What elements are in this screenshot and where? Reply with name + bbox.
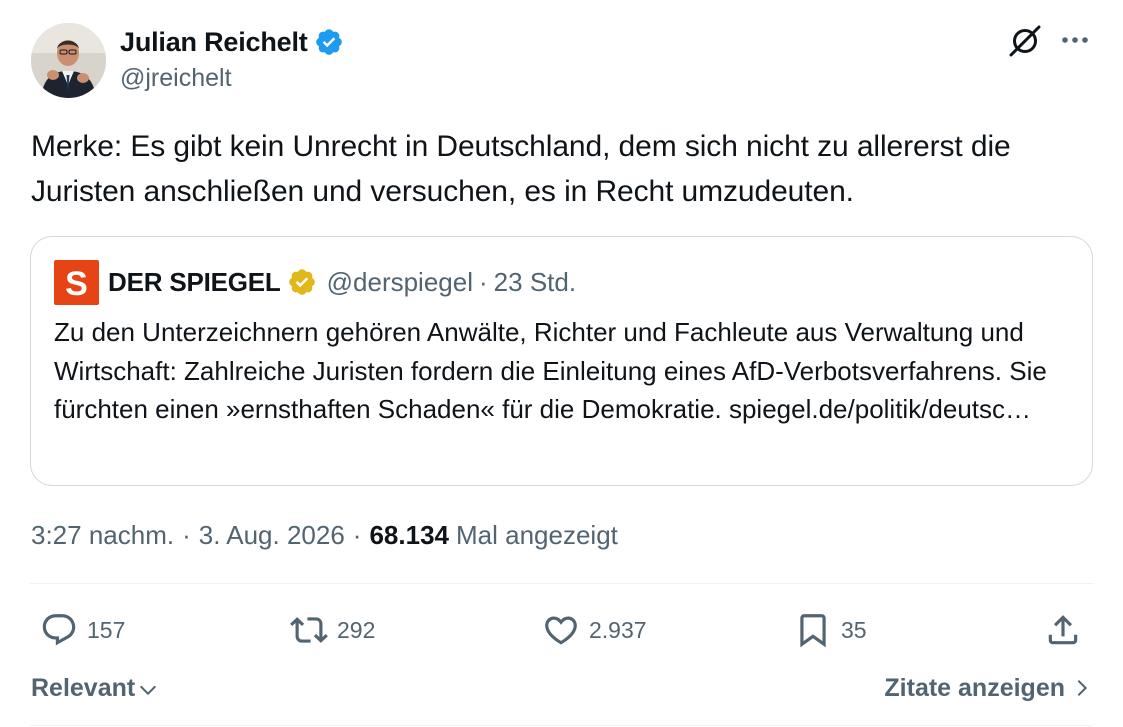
tweet-text: Merke: Es gibt kein Unrecht in Deutschla… — [31, 130, 1011, 208]
reply-button[interactable]: 157 — [40, 605, 125, 655]
share-button[interactable] — [1044, 605, 1082, 655]
action-bar: 157 292 2.937 35 — [0, 605, 1123, 655]
repost-count: 292 — [337, 616, 376, 643]
chevron-down-icon — [140, 685, 157, 696]
quoted-time[interactable]: 23 Std. — [494, 267, 576, 298]
bookmark-count: 35 — [841, 616, 867, 643]
view-quotes-link[interactable]: Zitate anzeigen — [884, 668, 1093, 708]
quoted-handle[interactable]: @derspiegel — [327, 267, 473, 298]
repost-button[interactable]: 292 — [290, 605, 375, 655]
meta-separator: · — [182, 519, 191, 550]
avatar-image — [31, 23, 106, 98]
replies-footer: Relevant Zitate anzeigen — [31, 668, 1093, 708]
grok-icon[interactable] — [1006, 22, 1044, 60]
quoted-separator: · — [479, 266, 488, 297]
quoted-tweet-card[interactable]: S DER SPIEGEL @derspiegel · 23 Std. Zu d… — [30, 236, 1093, 486]
author-display-name[interactable]: Julian Reichelt — [120, 27, 308, 58]
sort-replies-dropdown[interactable]: Relevant — [31, 668, 159, 708]
more-icon[interactable] — [1058, 28, 1092, 52]
avatar[interactable] — [31, 23, 106, 98]
bookmark-icon — [800, 614, 826, 648]
views-label: Mal angezeigt — [456, 519, 618, 550]
verified-organization-badge-icon[interactable] — [287, 267, 317, 297]
tweet-author: Julian Reichelt @jreichelt — [120, 24, 344, 93]
like-button[interactable]: 2.937 — [542, 605, 647, 655]
spiegel-logo[interactable]: S — [54, 259, 99, 305]
tweet-time[interactable]: 3:27 nachm. — [31, 520, 174, 551]
quotes-label: Zitate anzeigen — [884, 673, 1065, 702]
divider — [30, 583, 1093, 584]
verified-badge-icon[interactable] — [314, 27, 344, 57]
reply-count: 157 — [87, 616, 126, 643]
author-handle[interactable]: @jreichelt — [120, 64, 344, 93]
share-icon — [1048, 615, 1078, 645]
quoted-display-name[interactable]: DER SPIEGEL — [108, 267, 281, 298]
like-count: 2.937 — [589, 616, 647, 643]
heart-icon — [545, 616, 577, 645]
svg-text:S: S — [65, 265, 88, 303]
views-count: 68.134 — [369, 519, 449, 550]
repost-icon — [290, 617, 328, 643]
reply-icon — [42, 614, 76, 646]
tweet-date[interactable]: 3. Aug. 2026 — [199, 520, 345, 551]
divider — [30, 725, 1093, 726]
meta-separator: · — [352, 519, 362, 550]
quoted-tweet-header: S DER SPIEGEL @derspiegel · 23 Std. — [54, 259, 576, 305]
quoted-tweet-text: Zu den Unterzeichnern gehören Anwälte, R… — [54, 317, 1047, 424]
tweet-meta: 3:27 nachm. · 3. Aug. 2026 · 68.134 Mal … — [31, 516, 618, 554]
chevron-right-icon — [1077, 679, 1088, 697]
sort-label: Relevant — [31, 673, 136, 702]
bookmark-button[interactable]: 35 — [794, 605, 867, 655]
